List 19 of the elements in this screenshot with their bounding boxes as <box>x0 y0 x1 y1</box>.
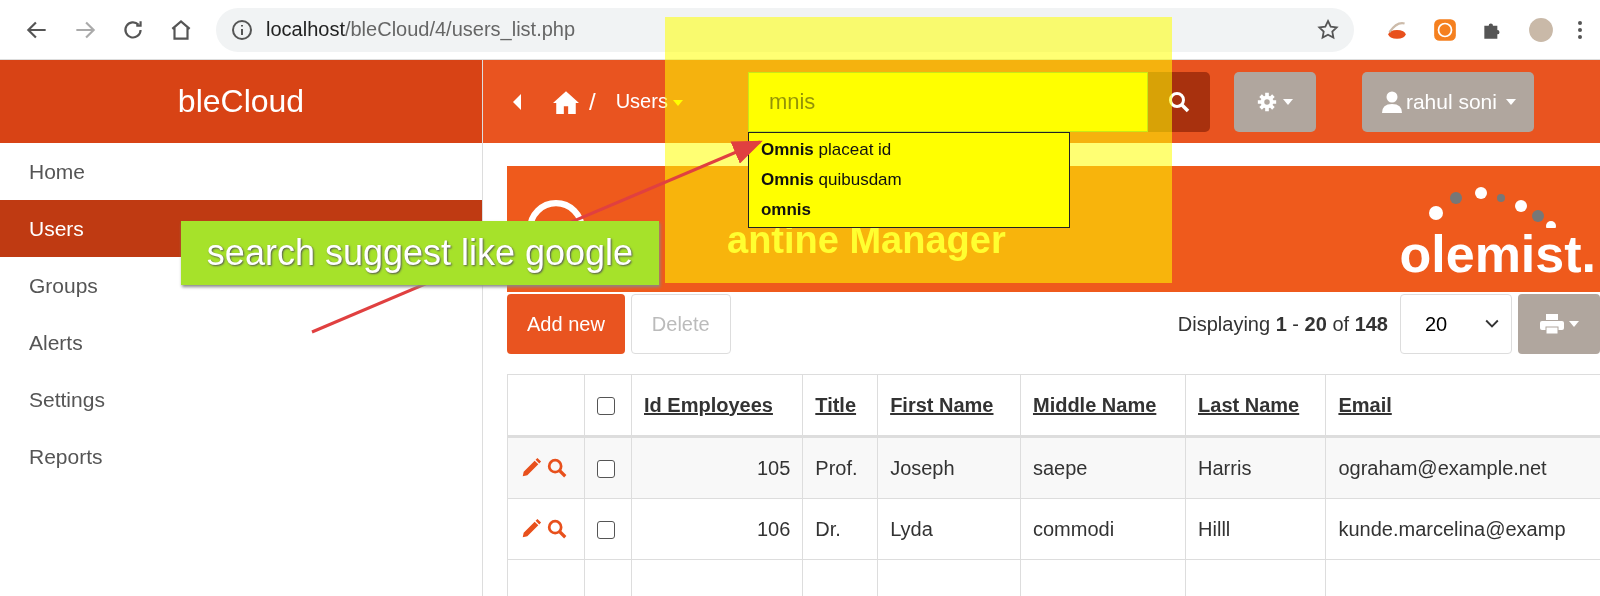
pagination-info: Displaying 1 - 20 of 148 <box>1177 312 1388 336</box>
brand-title: bleCloud <box>0 60 482 143</box>
table-cell: Harris <box>1198 456 1252 479</box>
table-cell: Prof. <box>815 456 858 479</box>
table-cell: saepe <box>1032 456 1088 479</box>
table-cell: ograham@example.net <box>1338 456 1547 479</box>
table-cell: commodi <box>1032 517 1115 540</box>
banner-title: antine Manager <box>727 219 1006 262</box>
table-cell: Hilll <box>1198 517 1231 540</box>
logo-text: olemist. <box>1399 228 1596 280</box>
table-cell: Joseph <box>890 456 955 479</box>
table-cell: kunde.marcelina@examp <box>1338 517 1566 540</box>
url-text: localhost/bleCloud/4/users_list.php <box>266 18 576 41</box>
annotation-tooltip: search suggest like google <box>181 221 659 285</box>
table-cell: 106 <box>756 517 791 540</box>
table-cell: Lyda <box>890 517 933 540</box>
table-cell: 105 <box>756 456 791 479</box>
breadcrumb-separator: / <box>589 87 596 116</box>
table-cell: Dr. <box>815 517 841 540</box>
